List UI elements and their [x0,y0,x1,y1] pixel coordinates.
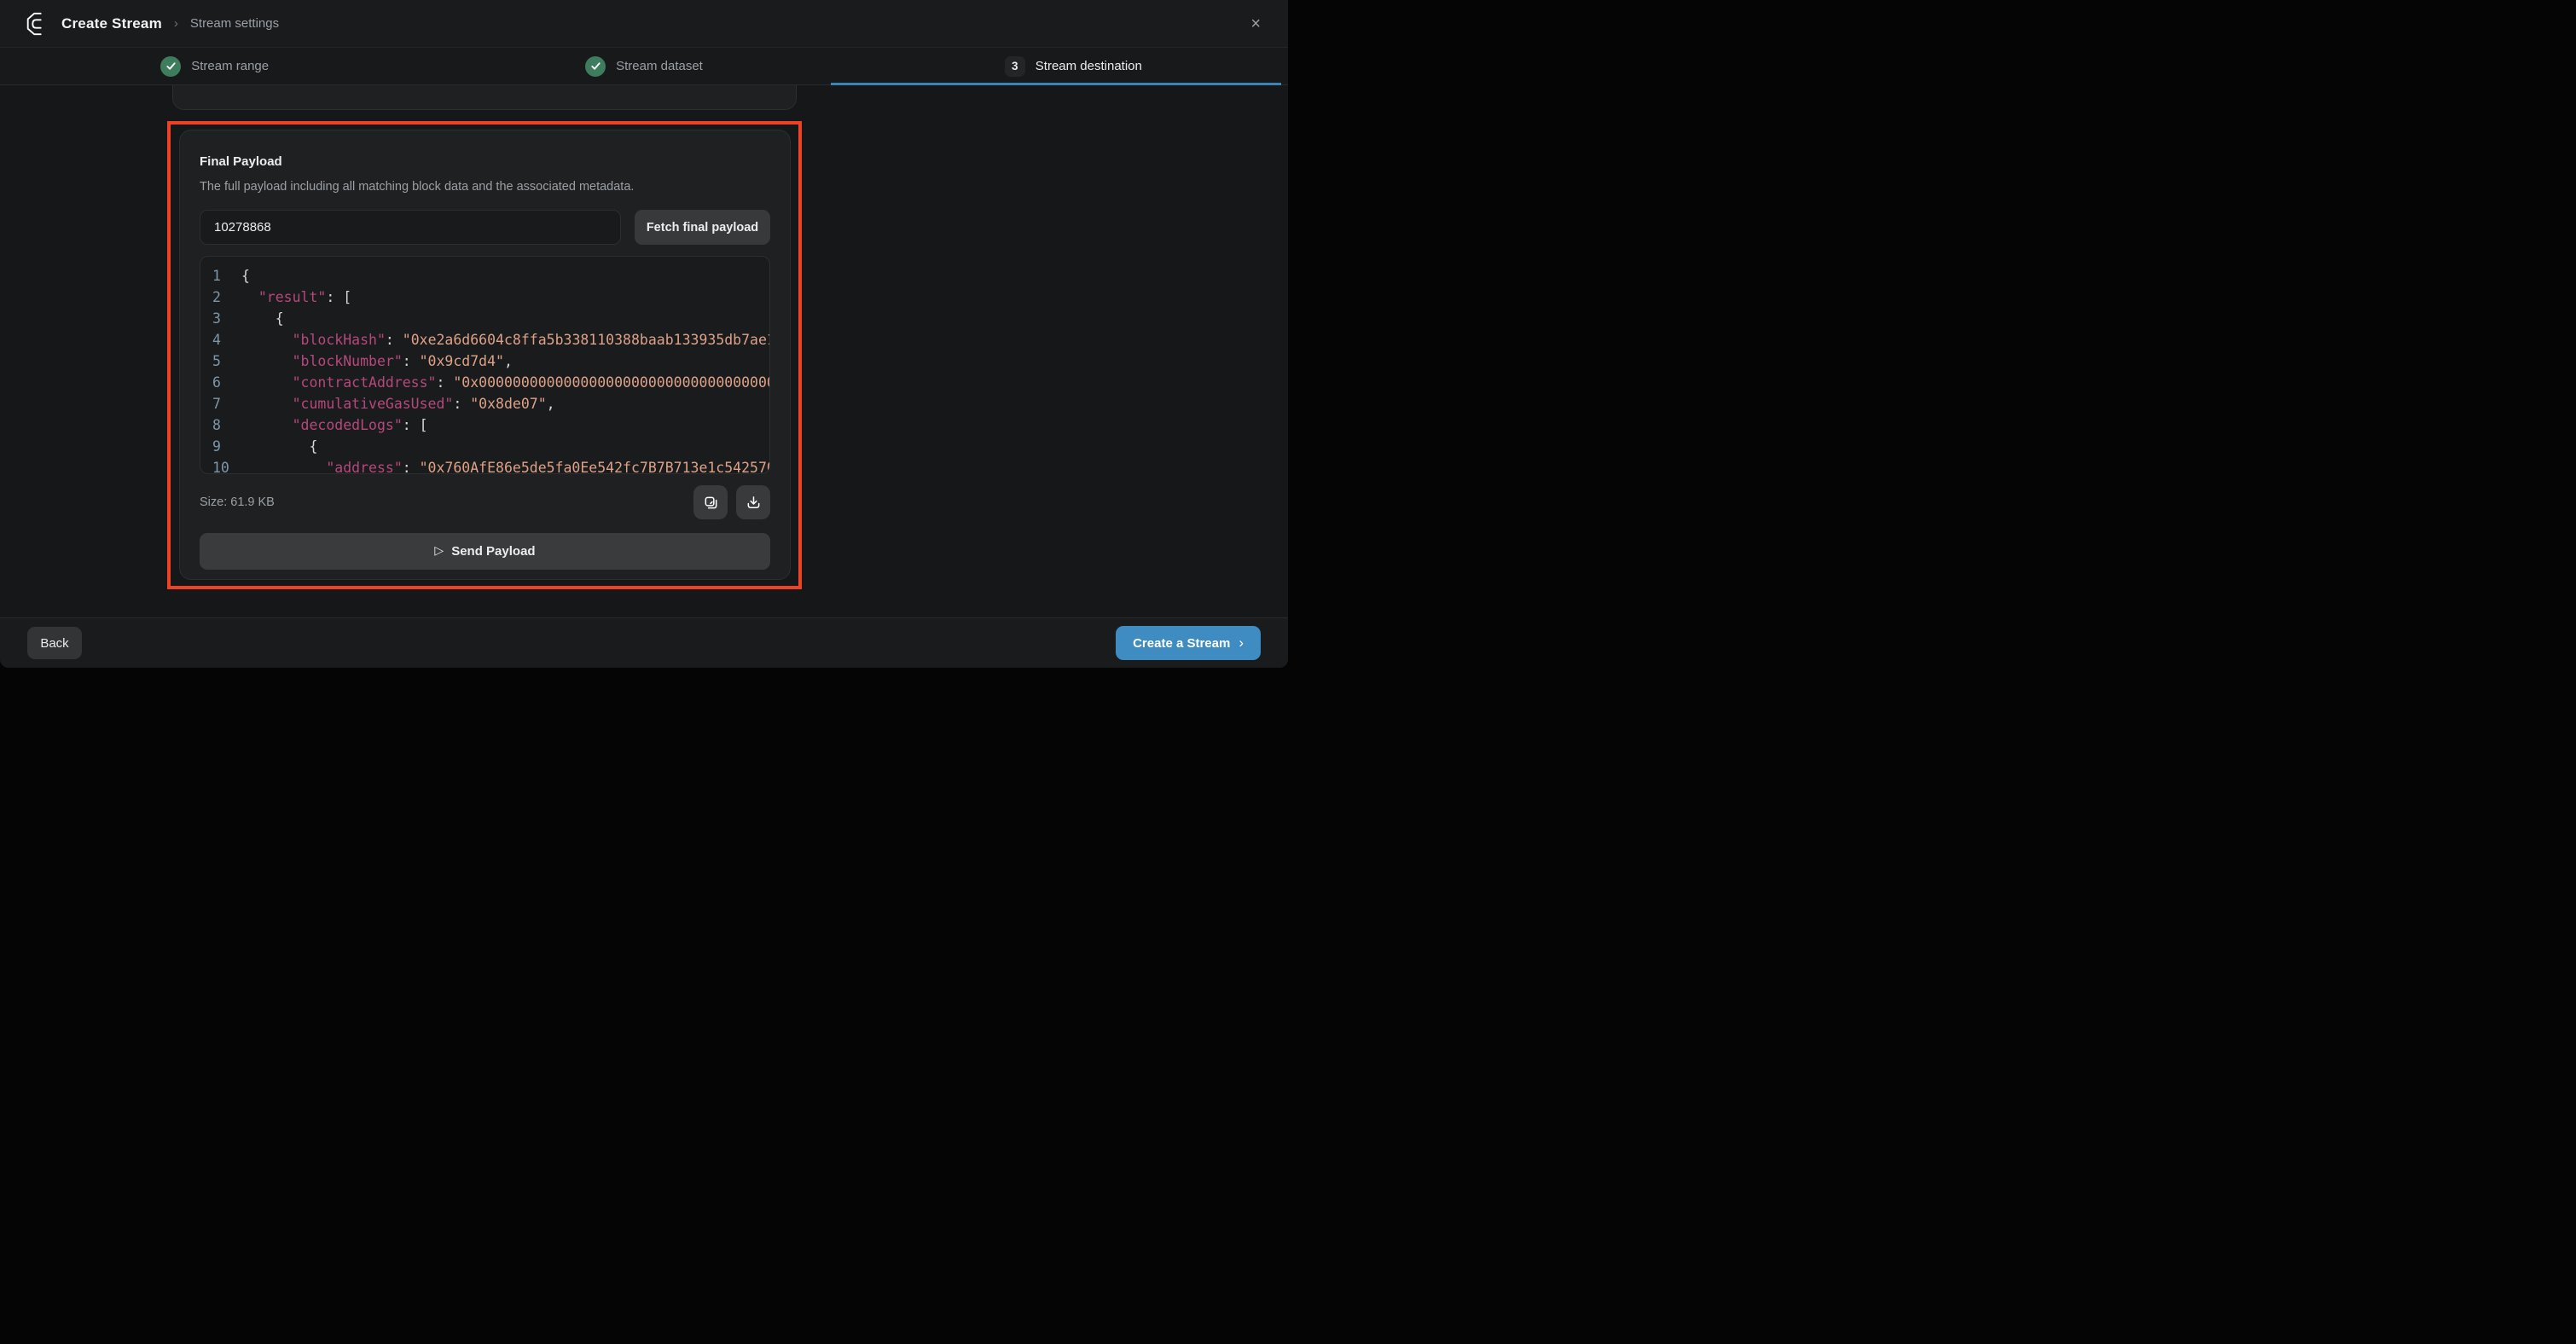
fetch-final-payload-button[interactable]: Fetch final payload [635,210,770,245]
play-icon: ▷ [434,543,444,558]
payload-meta-row: Size: 61.9 KB [200,485,770,519]
step-stream-dataset[interactable]: Stream dataset [429,48,858,84]
footer-bar: Back Create a Stream › [0,617,1288,668]
payload-code-viewer[interactable]: 1{2 "result": [3 {4 "blockHash": "0xe2a6… [200,256,770,474]
code-line: 9 { [212,436,769,457]
step-number-badge: 3 [1005,56,1025,77]
block-number-input[interactable] [200,210,621,245]
page-title: Create Stream [61,15,162,32]
fetch-row: Fetch final payload [200,210,770,245]
copy-button[interactable] [693,485,728,519]
section-description: The full payload including all matching … [200,180,770,194]
code-line: 5 "blockNumber": "0x9cd7d4", [212,350,769,372]
chevron-right-icon: › [1239,634,1244,652]
breadcrumb-current: Stream settings [190,16,279,31]
code-line: 4 "blockHash": "0xe2a6d6604c8ffa5b338110… [212,329,769,350]
send-payload-label: Send Payload [451,544,535,559]
payload-size-label: Size: 61.9 KB [200,495,275,509]
code-line: 3 { [212,308,769,329]
send-payload-button[interactable]: ▷ Send Payload [200,533,770,570]
create-stream-modal: Create Stream › Stream settings × Stream… [0,0,1288,668]
download-button[interactable] [736,485,770,519]
create-stream-label: Create a Stream [1133,636,1230,651]
create-stream-button[interactable]: Create a Stream › [1116,626,1261,660]
wizard-stepper: Stream range Stream dataset 3 Stream des… [0,48,1288,85]
code-line: 2 "result": [ [212,287,769,308]
code-line: 1{ [212,265,769,287]
quicknode-logo-icon [24,11,49,37]
step-label: Stream range [191,59,269,73]
back-button[interactable]: Back [27,627,82,659]
breadcrumb-chevron-icon: › [174,16,178,31]
code-line: 10 "address": "0x760AfE86e5de5fa0Ee542fc… [212,457,769,474]
step-stream-range[interactable]: Stream range [0,48,429,84]
download-icon [746,495,762,511]
section-title: Final Payload [200,154,770,169]
red-highlight-annotation: Final Payload The full payload including… [167,121,802,589]
main-content: Final Payload The full payload including… [0,85,1288,617]
check-icon [160,56,181,77]
check-icon [585,56,606,77]
top-bar: Create Stream › Stream settings × [0,0,1288,48]
final-payload-card: Final Payload The full payload including… [179,130,791,580]
step-stream-destination[interactable]: 3 Stream destination [859,48,1288,84]
code-lines: 1{2 "result": [3 {4 "blockHash": "0xe2a6… [212,265,769,474]
step-label: Stream destination [1036,59,1142,73]
code-line: 7 "cumulativeGasUsed": "0x8de07", [212,393,769,414]
step-label: Stream dataset [616,59,703,73]
code-line: 6 "contractAddress": "0x0000000000000000… [212,372,769,393]
close-icon[interactable]: × [1250,15,1261,32]
copy-icon [703,495,719,511]
code-line: 8 "decodedLogs": [ [212,414,769,436]
previous-section-card-clipped [172,85,797,110]
